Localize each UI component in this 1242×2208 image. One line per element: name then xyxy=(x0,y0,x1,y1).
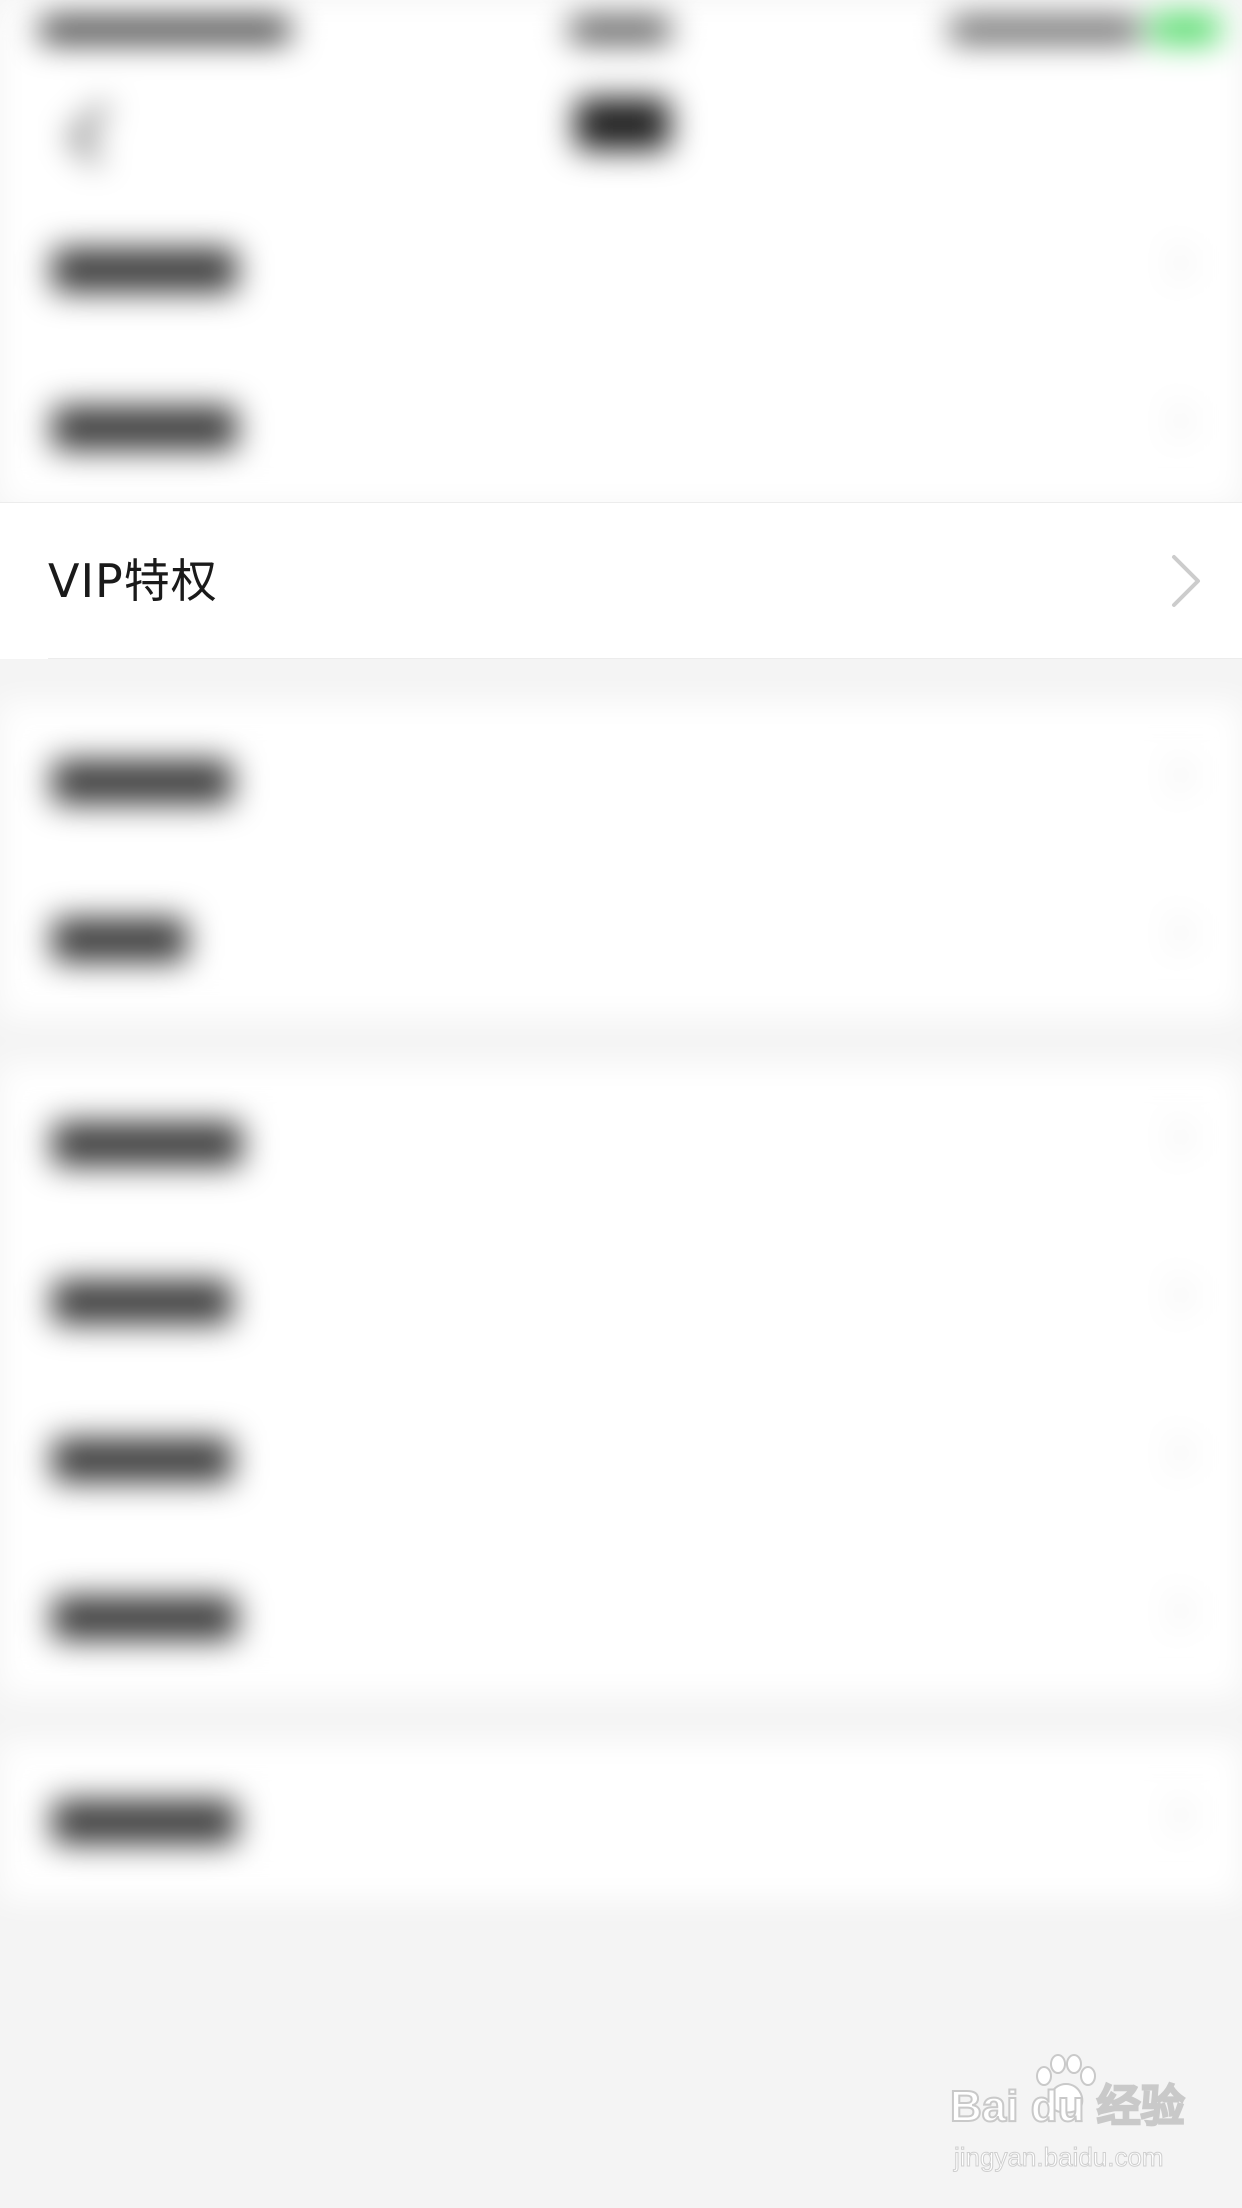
settings-group-1 xyxy=(0,190,1242,506)
list-item[interactable] xyxy=(0,1222,1242,1380)
list-item[interactable] xyxy=(0,1742,1242,1900)
row-label xyxy=(52,1596,237,1640)
row-label xyxy=(52,1280,232,1324)
chevron-right-icon xyxy=(1154,1276,1192,1314)
row-label xyxy=(52,406,237,450)
chevron-right-icon xyxy=(1154,244,1192,282)
chevron-right-icon xyxy=(1154,914,1192,952)
chevron-right-icon xyxy=(1154,756,1192,794)
row-divider xyxy=(48,658,1242,659)
blurred-background xyxy=(0,0,1242,2208)
baidu-jingyan-watermark: Bai du 经验 jingyan.baidu.com xyxy=(949,2054,1190,2190)
settings-screen: VIP特权 Bai du 经验 jingyan.baidu.com xyxy=(0,0,1242,2208)
battery-icon xyxy=(1150,14,1220,44)
chevron-right-icon xyxy=(1154,1434,1192,1472)
row-label xyxy=(52,1800,237,1844)
list-item[interactable] xyxy=(0,1538,1242,1696)
row-label xyxy=(52,248,237,292)
chevron-right-icon xyxy=(1154,1592,1192,1630)
vip-privileges-label: VIP特权 xyxy=(48,554,218,608)
chevron-right-icon xyxy=(1154,402,1192,440)
row-label xyxy=(52,1122,242,1166)
vip-privileges-row[interactable]: VIP特权 xyxy=(0,502,1242,659)
chevron-right-icon xyxy=(1172,555,1200,607)
row-label xyxy=(52,918,187,962)
list-item[interactable] xyxy=(0,1064,1242,1222)
status-bar xyxy=(0,0,1242,60)
settings-group-4 xyxy=(0,1742,1242,1900)
status-carrier xyxy=(40,18,290,42)
back-arrow-icon[interactable] xyxy=(68,103,130,165)
list-item[interactable] xyxy=(0,190,1242,348)
nav-title xyxy=(575,98,670,150)
chevron-right-icon xyxy=(1154,1796,1192,1834)
status-time xyxy=(570,18,670,42)
row-label xyxy=(52,760,232,804)
chevron-right-icon xyxy=(1154,1118,1192,1156)
settings-group-3 xyxy=(0,1064,1242,1696)
navigation-bar xyxy=(0,60,1242,190)
list-item[interactable] xyxy=(0,702,1242,860)
status-indicators xyxy=(950,18,1140,42)
watermark-brand: Bai du 经验 xyxy=(949,2081,1186,2132)
list-item[interactable] xyxy=(0,860,1242,1018)
list-item[interactable] xyxy=(0,1380,1242,1538)
settings-group-2 xyxy=(0,702,1242,1018)
row-label xyxy=(52,1438,232,1482)
list-item[interactable] xyxy=(0,348,1242,506)
watermark-url: jingyan.baidu.com xyxy=(954,2142,1165,2173)
